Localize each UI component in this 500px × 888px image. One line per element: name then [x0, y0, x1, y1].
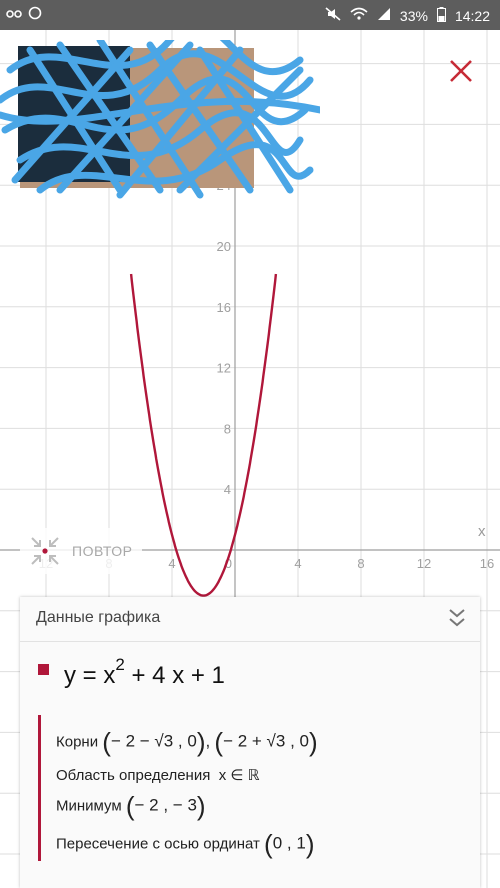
y-intercept-row: Пересечение с осью ординат (0 , 1): [56, 829, 315, 859]
battery-percent: 33%: [399, 7, 428, 24]
y-tick-label: 12: [217, 361, 231, 376]
y-tick-label: 4: [224, 482, 231, 497]
y-tick-label: 16: [217, 300, 231, 315]
mute-icon: [325, 6, 341, 25]
y-intercept-value: 0 , 1: [272, 833, 306, 853]
minimum-label: Минимум: [56, 797, 122, 815]
signal-icon: [377, 7, 391, 24]
collapse-arrows-icon: [31, 537, 59, 565]
scribble-overlay: [0, 40, 320, 199]
notification-icon: [28, 6, 42, 23]
function-color-swatch[interactable]: [38, 664, 49, 675]
collapse-chevron-icon[interactable]: [448, 607, 466, 629]
status-bar: 33% 14:22: [0, 0, 500, 30]
root-1: − 2 − √3 , 0: [110, 731, 197, 751]
parabola-curve: [129, 273, 278, 597]
replay-button[interactable]: ПОВТОР: [20, 528, 142, 574]
x-axis-label: x: [478, 523, 486, 540]
domain-row: Область определения x ∈ ℝ: [56, 766, 259, 784]
minimum-row: Минимум (− 2 , − 3): [56, 791, 206, 821]
voicemail-icon: [6, 7, 22, 23]
replay-label: ПОВТОР: [72, 543, 133, 559]
x-tick-label: 12: [417, 556, 431, 571]
graph-data-panel: Данные графика y = x2 + 4 x + 1 Корни (−…: [20, 597, 480, 888]
clock: 14:22: [454, 7, 490, 24]
x-tick-label: 8: [357, 556, 364, 571]
x-tick-label: 4: [168, 556, 175, 571]
minimum-value: − 2 , − 3: [134, 795, 197, 815]
panel-title: Данные графика: [36, 609, 161, 626]
x-tick-label: 4: [294, 556, 301, 571]
function-accent-bar: [38, 715, 41, 861]
battery-icon: [436, 6, 446, 25]
formula-base: y = x: [64, 662, 116, 689]
close-icon: [450, 60, 472, 82]
formula-rest: + 4 x + 1: [131, 662, 225, 689]
domain-label: Область определения: [56, 767, 211, 784]
wifi-icon: [350, 7, 368, 24]
panel-header[interactable]: Данные графика: [20, 597, 480, 642]
y-tick-label: 8: [224, 421, 231, 436]
roots-row: Корни (− 2 − √3 , 0), (− 2 + √3 , 0): [56, 727, 318, 757]
tick-labels: 16128404812164812162024: [39, 178, 494, 571]
function-formula: y = x2 + 4 x + 1: [64, 655, 225, 690]
x-tick-label: 16: [480, 556, 494, 571]
roots-label: Корни: [56, 733, 99, 751]
domain-value: x ∈ ℝ: [218, 767, 260, 784]
root-2: − 2 + √3 , 0: [223, 731, 309, 751]
formula-exponent: 2: [115, 655, 125, 674]
close-button[interactable]: [446, 56, 476, 86]
y-intercept-label: Пересечение с осью ординат: [56, 835, 260, 853]
y-tick-label: 20: [217, 239, 231, 254]
